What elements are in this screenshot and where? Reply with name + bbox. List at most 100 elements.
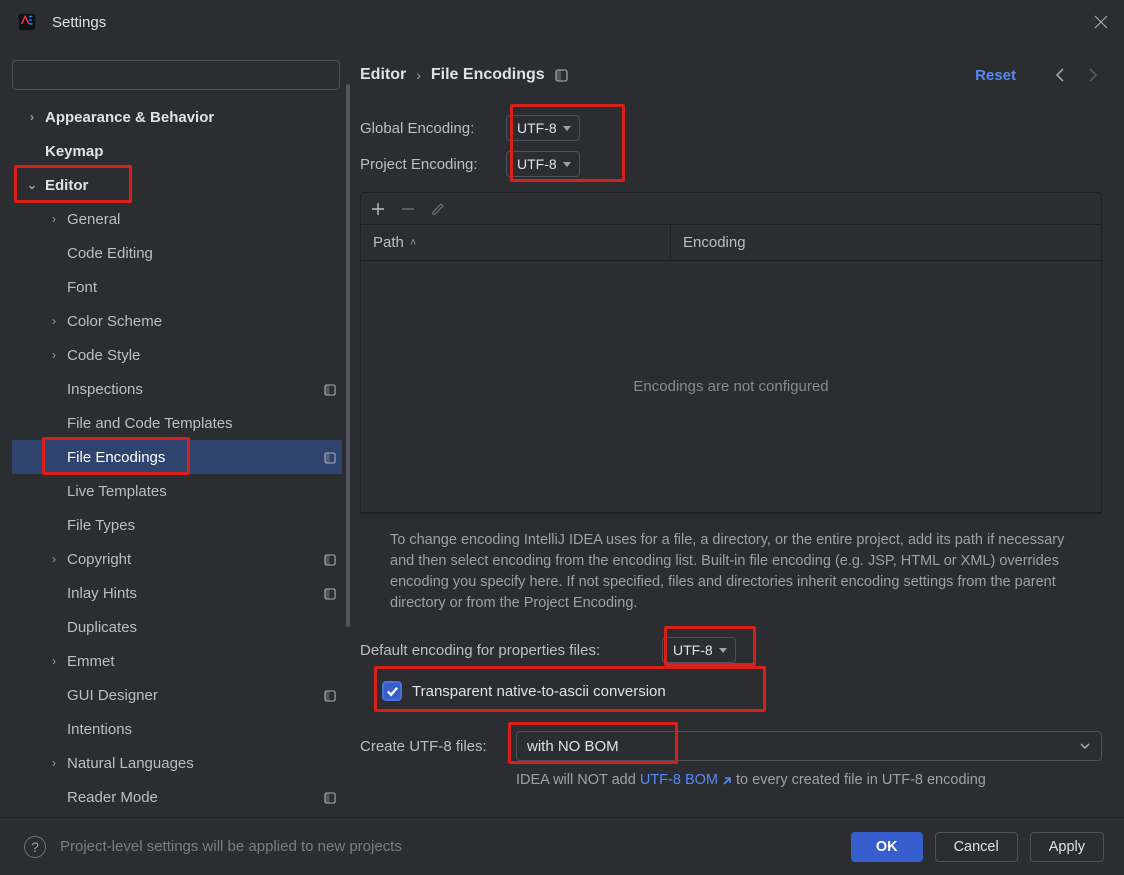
project-encoding-label: Project Encoding: <box>360 156 506 173</box>
sort-asc-icon: ˄ <box>410 237 416 249</box>
tree-item-label: Inlay Hints <box>67 585 137 602</box>
native-to-ascii-label: Transparent native-to-ascii conversion <box>412 683 666 700</box>
bom-value: with NO BOM <box>527 738 619 755</box>
global-encoding-label: Global Encoding: <box>360 120 506 137</box>
remove-icon <box>401 202 415 216</box>
titlebar: Settings <box>0 0 1124 44</box>
tree-item-live-templates[interactable]: ›Live Templates <box>12 474 342 508</box>
tree-item-label: Color Scheme <box>67 313 162 330</box>
tree-item-gui-designer[interactable]: ›GUI Designer <box>12 678 342 712</box>
tree-item-label: General <box>67 211 120 228</box>
tree-item-font[interactable]: ›Font <box>12 270 342 304</box>
tree-item-general[interactable]: ›General <box>12 202 342 236</box>
chevron-right-icon: › <box>48 654 60 668</box>
search-input[interactable] <box>12 60 340 90</box>
reset-button[interactable]: Reset <box>975 67 1016 84</box>
project-scope-icon <box>324 689 336 701</box>
project-scope-icon <box>324 553 336 565</box>
properties-encoding-dropdown[interactable]: UTF-8 <box>662 637 736 663</box>
project-scope-icon <box>324 451 336 463</box>
edit-icon <box>431 202 445 216</box>
settings-tree[interactable]: ›Appearance & Behavior›Keymap⌄Editor›Gen… <box>12 100 352 817</box>
ok-button[interactable]: OK <box>851 832 923 862</box>
column-encoding[interactable]: Encoding <box>671 234 1101 251</box>
tree-item-code-style[interactable]: › Code Style <box>12 338 342 372</box>
tree-item-label: Appearance & Behavior <box>45 109 214 126</box>
tree-item-natural-languages[interactable]: › Natural Languages <box>12 746 342 780</box>
tree-item-file-types[interactable]: ›File Types <box>12 508 342 542</box>
tree-item-label: Editor <box>45 177 88 194</box>
cancel-button[interactable]: Cancel <box>935 832 1018 862</box>
utf8-bom-link[interactable]: UTF-8 BOM <box>640 772 732 788</box>
column-path[interactable]: Path ˄ <box>361 225 671 260</box>
breadcrumb-parent[interactable]: Editor <box>360 66 406 84</box>
tree-item-label: Code Style <box>67 347 140 364</box>
breadcrumb: Editor › File Encodings Reset <box>360 60 1102 90</box>
tree-item-copyright[interactable]: › Copyright <box>12 542 342 576</box>
tree-item-emmet[interactable]: ›Emmet <box>12 644 342 678</box>
chevron-right-icon: › <box>48 756 60 770</box>
tree-item-label: Keymap <box>45 143 103 160</box>
tree-item-editor[interactable]: ⌄Editor <box>12 168 342 202</box>
forward-icon <box>1084 66 1102 84</box>
tree-item-intentions[interactable]: ›Intentions <box>12 712 342 746</box>
project-scope-icon <box>555 69 568 82</box>
tree-item-label: Font <box>67 279 97 296</box>
tree-item-label: GUI Designer <box>67 687 158 704</box>
chevron-right-icon: › <box>48 314 60 328</box>
tree-item-code-editing[interactable]: ›Code Editing <box>12 236 342 270</box>
tree-item-reader-mode[interactable]: ›Reader Mode <box>12 780 342 814</box>
project-encoding-dropdown[interactable]: UTF-8 <box>506 151 580 177</box>
chevron-right-icon: › <box>48 552 60 566</box>
chevron-down-icon <box>719 648 727 653</box>
chevron-down-icon <box>563 126 571 131</box>
properties-encoding-label: Default encoding for properties files: <box>360 642 662 659</box>
bom-hint: IDEA will NOT add UTF-8 BOM to every cre… <box>360 772 1102 788</box>
help-icon[interactable]: ? <box>24 836 46 858</box>
tree-item-label: Copyright <box>67 551 131 568</box>
tree-item-duplicates[interactable]: ›Duplicates <box>12 610 342 644</box>
close-icon[interactable] <box>1094 15 1108 29</box>
scrollbar[interactable] <box>346 84 350 627</box>
tree-item-label: Code Editing <box>67 245 153 262</box>
settings-search[interactable] <box>12 60 340 90</box>
tree-item-label: File and Code Templates <box>67 415 233 432</box>
global-encoding-value: UTF-8 <box>517 120 557 136</box>
table-toolbar <box>361 193 1101 225</box>
tree-item-label: Duplicates <box>67 619 137 636</box>
chevron-down-icon <box>563 162 571 167</box>
tree-item-keymap[interactable]: ›Keymap <box>12 134 342 168</box>
back-icon[interactable] <box>1052 66 1070 84</box>
tree-item-file-encodings[interactable]: ›File Encodings <box>12 440 342 474</box>
tree-item-color-scheme[interactable]: › Color Scheme <box>12 304 342 338</box>
chevron-right-icon: › <box>48 348 60 362</box>
tree-item-inspections[interactable]: ›Inspections <box>12 372 342 406</box>
project-scope-icon <box>324 383 336 395</box>
project-encoding-value: UTF-8 <box>517 156 557 172</box>
table-empty-text: Encodings are not configured <box>361 261 1101 513</box>
window-title: Settings <box>52 14 106 31</box>
chevron-right-icon: › <box>416 67 421 83</box>
tree-item-label: Inspections <box>67 381 143 398</box>
tree-item-appearance-behavior[interactable]: ›Appearance & Behavior <box>12 100 342 134</box>
encodings-table: Path ˄ Encoding Encodings are not config… <box>360 192 1102 514</box>
settings-content: Editor › File Encodings Reset Global Enc… <box>352 44 1124 817</box>
add-icon[interactable] <box>371 202 385 216</box>
global-encoding-dropdown[interactable]: UTF-8 <box>506 115 580 141</box>
project-level-note: Project-level settings will be applied t… <box>60 838 402 855</box>
help-text: To change encoding IntelliJ IDEA uses fo… <box>360 514 1102 632</box>
bom-dropdown[interactable]: with NO BOM <box>516 731 1102 761</box>
tree-item-label: Natural Languages <box>67 755 194 772</box>
app-icon <box>16 11 38 33</box>
tree-item-file-and-code-templates[interactable]: ›File and Code Templates <box>12 406 342 440</box>
bom-label: Create UTF-8 files: <box>360 738 516 755</box>
chevron-down-icon <box>1079 740 1091 752</box>
apply-button[interactable]: Apply <box>1030 832 1104 862</box>
project-scope-icon <box>324 587 336 599</box>
settings-sidebar: ›Appearance & Behavior›Keymap⌄Editor›Gen… <box>0 44 352 817</box>
tree-item-inlay-hints[interactable]: ›Inlay Hints <box>12 576 342 610</box>
native-to-ascii-checkbox[interactable] <box>382 681 402 701</box>
project-scope-icon <box>324 791 336 803</box>
tree-item-label: Reader Mode <box>67 789 158 806</box>
tree-item-label: File Encodings <box>67 449 165 466</box>
